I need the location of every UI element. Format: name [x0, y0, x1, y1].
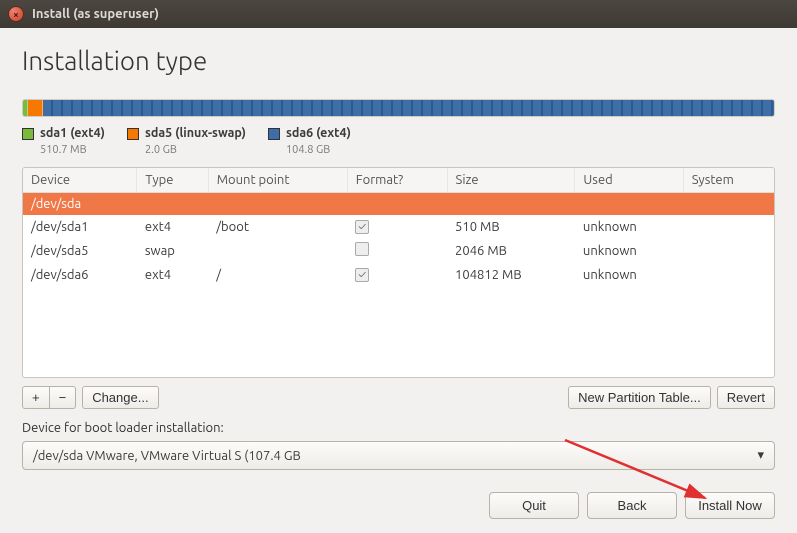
table-cell — [347, 238, 447, 263]
footer: Quit Back Install Now — [22, 492, 775, 519]
table-cell: /dev/sda6 — [23, 263, 137, 286]
column-header[interactable]: Size — [447, 168, 575, 193]
new-partition-table-button[interactable]: New Partition Table... — [568, 386, 711, 409]
table-cell: 510 MB — [447, 215, 575, 238]
install-now-button[interactable]: Install Now — [685, 492, 775, 519]
legend-name: sda5 (linux-swap) — [145, 126, 246, 140]
table-cell: /dev/sda — [23, 193, 137, 216]
table-cell — [575, 193, 683, 216]
legend-size: 104.8 GB — [286, 144, 330, 156]
chevron-down-icon: ▾ — [757, 448, 764, 463]
table-cell — [447, 193, 575, 216]
table-row[interactable]: /dev/sda6ext4/ 104812 MBunknown — [23, 263, 774, 286]
table-cell — [683, 263, 774, 286]
bootloader-label: Device for boot loader installation: — [22, 421, 775, 435]
table-row[interactable]: /dev/sda1ext4/boot 510 MBunknown — [23, 215, 774, 238]
table-cell — [208, 238, 347, 263]
format-checkbox[interactable] — [355, 220, 369, 234]
table-cell — [347, 215, 447, 238]
legend-item: sda5 (linux-swap) 2.0 GB — [127, 126, 246, 157]
table-cell: unknown — [575, 215, 683, 238]
column-header[interactable]: System — [683, 168, 774, 193]
column-header[interactable]: Format? — [347, 168, 447, 193]
column-header[interactable]: Used — [575, 168, 683, 193]
table-cell: 104812 MB — [447, 263, 575, 286]
legend-swatch — [127, 128, 139, 140]
table-cell: unknown — [575, 238, 683, 263]
partition-segment — [43, 100, 774, 116]
format-checkbox[interactable] — [355, 268, 369, 282]
format-checkbox[interactable] — [355, 242, 369, 256]
partition-legend: sda1 (ext4) 510.7 MB sda5 (linux-swap) 2.0 … — [22, 126, 775, 157]
titlebar: × Install (as superuser) — [0, 0, 797, 28]
legend-item: sda1 (ext4) 510.7 MB — [22, 126, 105, 157]
partition-table[interactable]: DeviceTypeMount pointFormat?SizeUsedSyst… — [22, 167, 775, 378]
table-cell — [683, 193, 774, 216]
table-cell: 2046 MB — [447, 238, 575, 263]
partition-bar — [22, 99, 775, 117]
quit-button[interactable]: Quit — [489, 492, 579, 519]
close-icon[interactable]: × — [8, 6, 24, 22]
table-row[interactable]: /dev/sda5swap 2046 MBunknown — [23, 238, 774, 263]
legend-swatch — [268, 128, 280, 140]
partition-toolbar: + − Change... New Partition Table... Rev… — [22, 386, 775, 409]
column-header[interactable]: Type — [137, 168, 208, 193]
remove-partition-button[interactable]: − — [50, 386, 77, 409]
table-cell: / — [208, 263, 347, 286]
table-cell: unknown — [575, 263, 683, 286]
legend-name: sda1 (ext4) — [40, 126, 105, 140]
window-title: Install (as superuser) — [32, 7, 159, 21]
table-cell — [683, 238, 774, 263]
table-cell — [347, 263, 447, 286]
partition-segment — [28, 100, 43, 116]
revert-button[interactable]: Revert — [717, 386, 775, 409]
legend-size: 510.7 MB — [40, 144, 87, 156]
back-button[interactable]: Back — [587, 492, 677, 519]
bootloader-dropdown[interactable]: /dev/sda VMware, VMware Virtual S (107.4… — [22, 441, 775, 470]
legend-size: 2.0 GB — [145, 144, 177, 156]
table-row[interactable]: /dev/sda — [23, 193, 774, 216]
legend-name: sda6 (ext4) — [286, 126, 351, 140]
table-cell: /dev/sda1 — [23, 215, 137, 238]
add-partition-button[interactable]: + — [22, 386, 50, 409]
table-cell — [137, 193, 208, 216]
column-header[interactable]: Device — [23, 168, 137, 193]
installer-window: { "titlebar": { "title": "Install (as su… — [0, 0, 797, 533]
table-cell — [208, 193, 347, 216]
legend-item: sda6 (ext4) 104.8 GB — [268, 126, 351, 157]
table-cell: ext4 — [137, 215, 208, 238]
table-cell: /dev/sda5 — [23, 238, 137, 263]
content: Installation type sda1 (ext4)510.7 MBsda… — [0, 28, 797, 533]
bootloader-value: /dev/sda VMware, VMware Virtual S (107.4… — [33, 449, 757, 463]
column-header[interactable]: Mount point — [208, 168, 347, 193]
table-cell — [347, 193, 447, 216]
table-cell: swap — [137, 238, 208, 263]
table-cell: /boot — [208, 215, 347, 238]
legend-swatch — [22, 128, 34, 140]
table-cell — [683, 215, 774, 238]
change-partition-button[interactable]: Change... — [82, 386, 158, 409]
page-title: Installation type — [22, 46, 775, 75]
table-cell: ext4 — [137, 263, 208, 286]
